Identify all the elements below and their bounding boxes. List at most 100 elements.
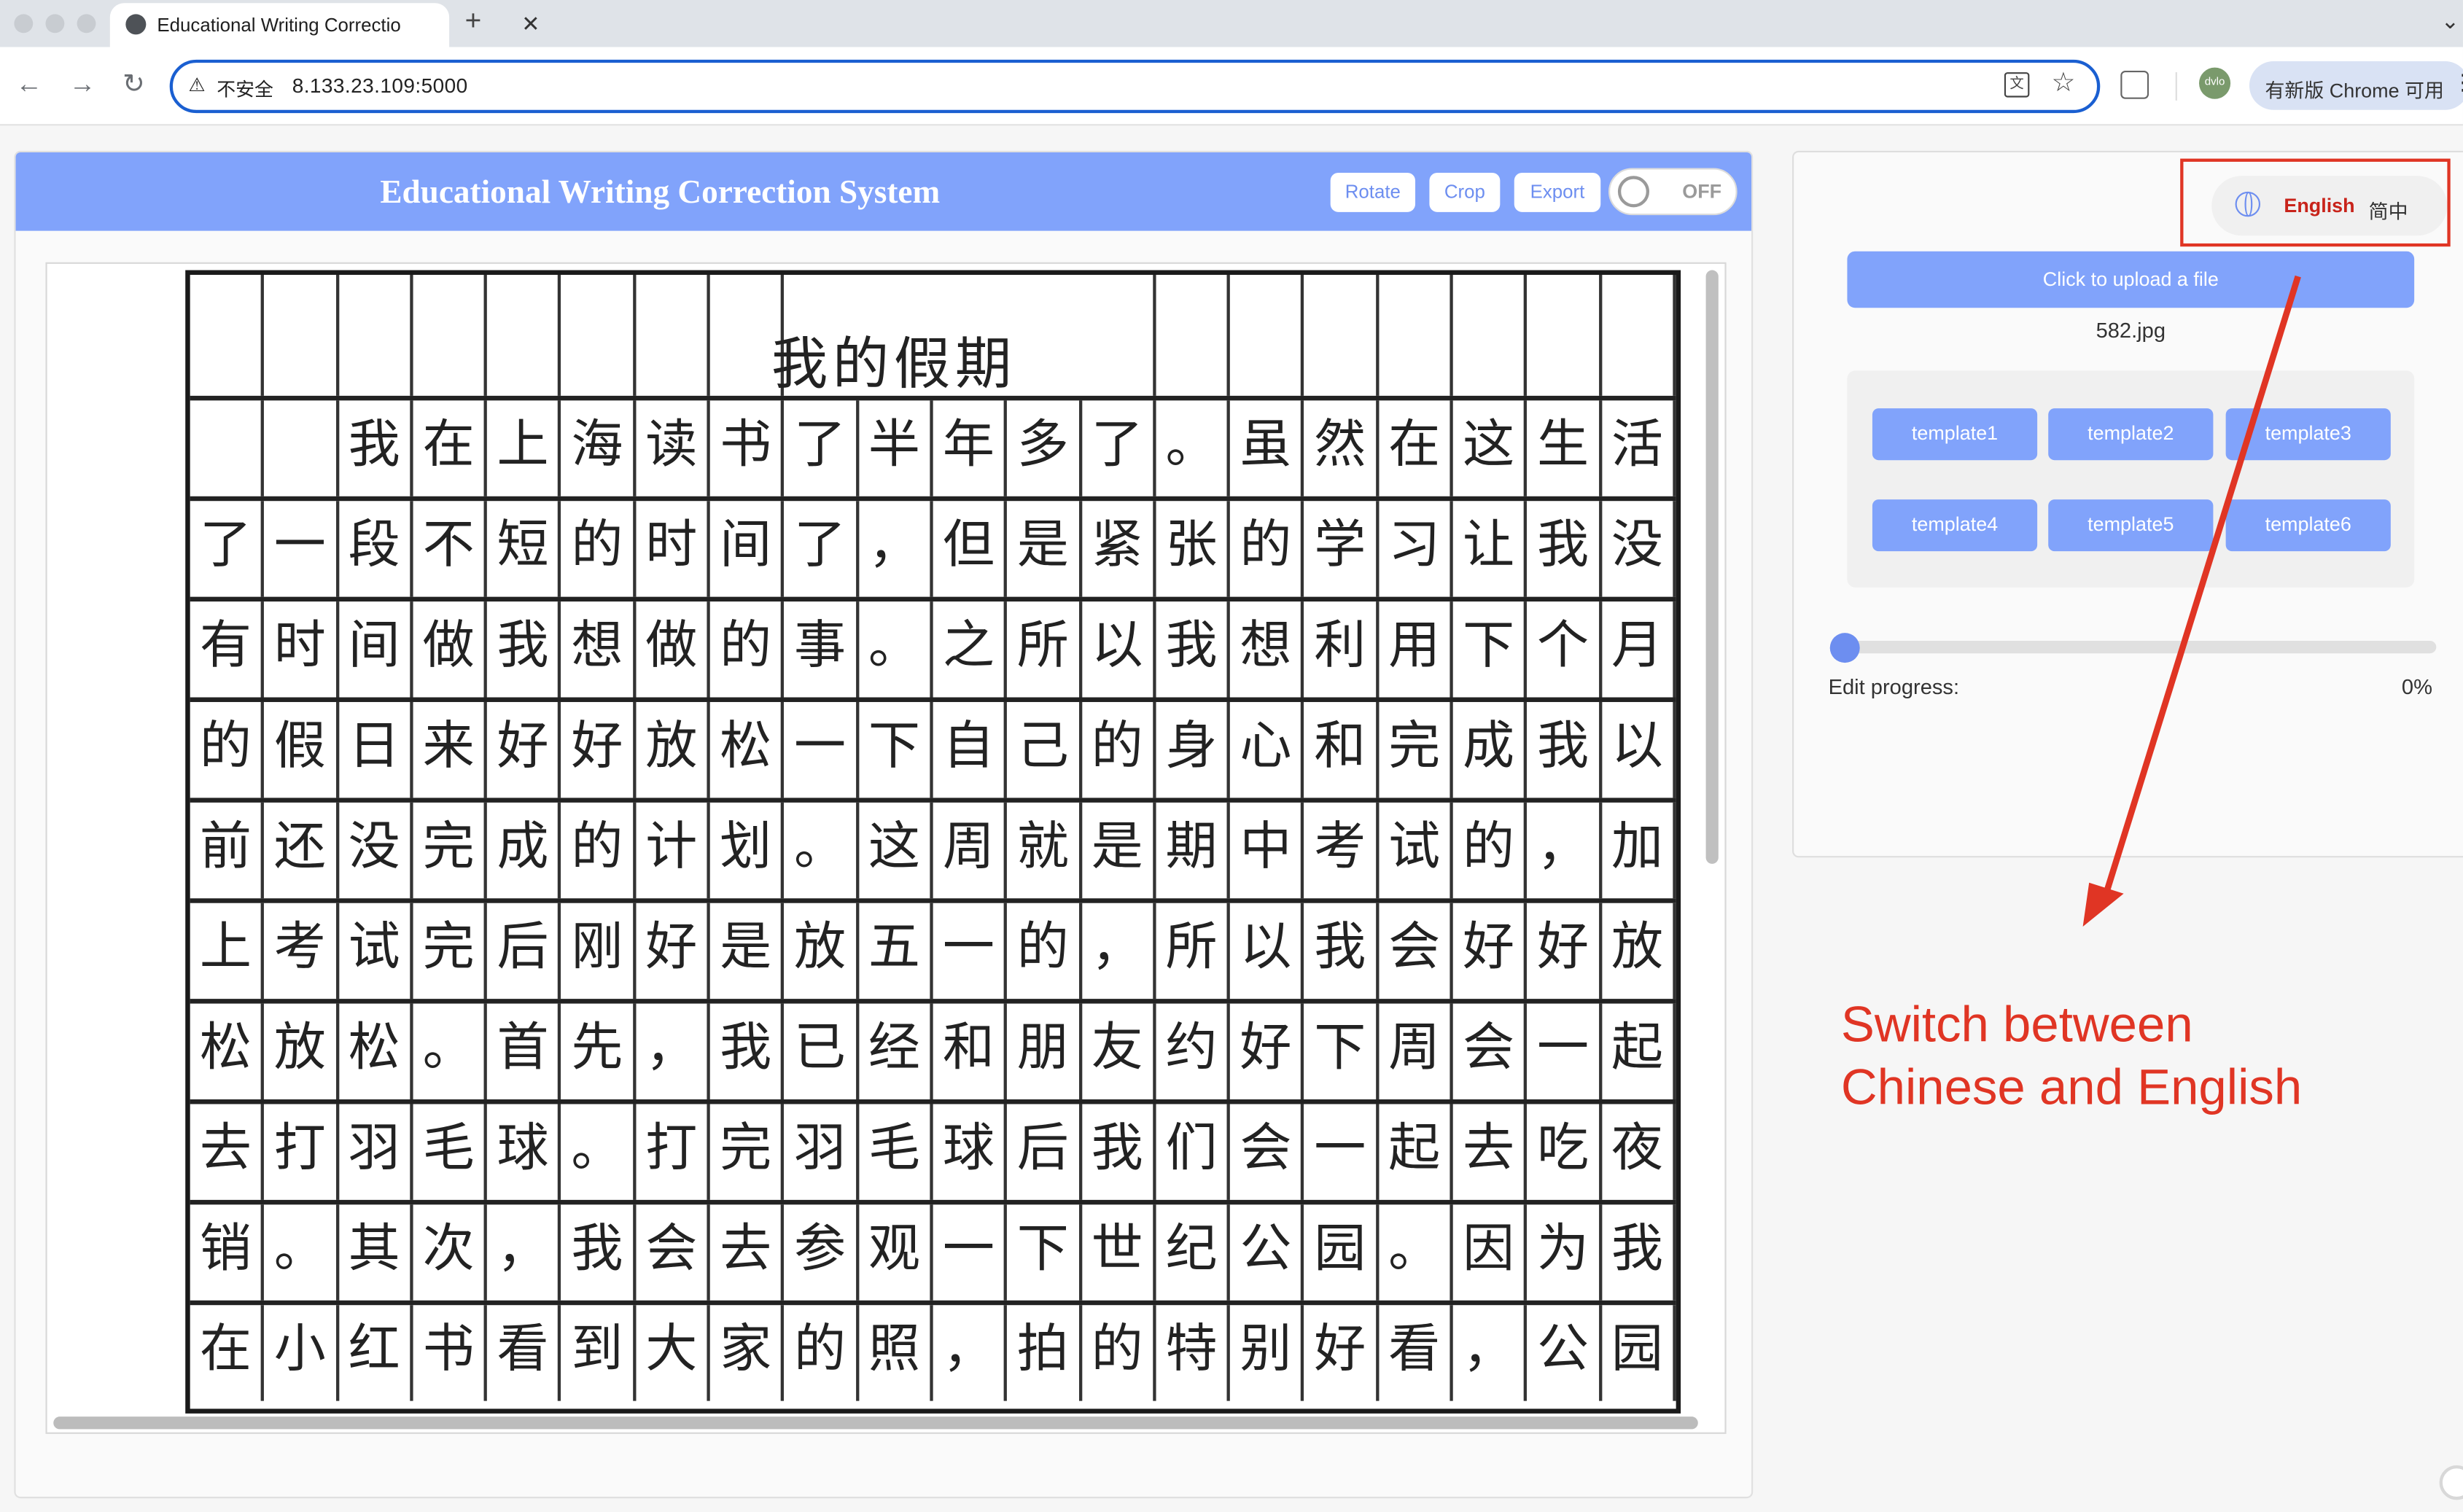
essay-grid-cell: 没 <box>1602 501 1676 597</box>
uploaded-filename: 582.jpg <box>2096 319 2166 343</box>
url-text[interactable]: 8.133.23.109:5000 <box>292 74 468 97</box>
chrome-update-button[interactable]: 有新版 Chrome 可用 <box>2249 61 2463 110</box>
essay-grid-cell: 利 <box>1304 601 1379 698</box>
essay-text-row: 有时间做我想做的事。之所以我想利用下个月 <box>190 601 1676 698</box>
browser-tab[interactable]: Educational Writing Correctio ✕ <box>109 3 540 47</box>
essay-grid-cell: 完 <box>413 802 488 899</box>
essay-grid-cell: ， <box>1453 1305 1528 1401</box>
essay-grid-cell: 习 <box>1379 501 1453 597</box>
crop-button[interactable]: Crop <box>1429 172 1501 212</box>
translate-icon[interactable]: 文 <box>2004 72 2030 98</box>
warning-icon: ⚠ <box>188 74 206 96</box>
address-bar[interactable]: ⚠ 不安全 8.133.23.109:5000 文 ☆ <box>169 59 2101 114</box>
essay-text-row: 松放松。首先，我已经和朋友约好下周会一起 <box>190 1003 1676 1100</box>
essay-grid-cell: 想 <box>561 601 637 698</box>
template-button-5[interactable]: template5 <box>2048 499 2214 552</box>
tab-strip: Educational Writing Correctio ✕ + ⌄ <box>0 0 2463 47</box>
edit-progress-handle[interactable] <box>1829 633 1860 663</box>
essay-grid-cell: 这 <box>1453 400 1528 496</box>
app-title: Educational Writing Correction System <box>380 172 941 211</box>
essay-grid-cell: 一 <box>933 903 1008 999</box>
essay-grid-cell: 己 <box>1007 701 1082 798</box>
essay-grid-cell: 好 <box>1453 903 1528 999</box>
site-globe-icon <box>125 14 147 35</box>
horizontal-scrollbar[interactable] <box>53 1416 1698 1430</box>
essay-grid-cell: 虽 <box>1230 400 1305 496</box>
essay-grid-cell <box>1602 275 1676 396</box>
browser-menu-icon[interactable]: ⋮ <box>2452 69 2463 96</box>
essay-grid-cell: 一 <box>785 701 859 798</box>
essay-grid-cell: 的 <box>1081 701 1156 798</box>
essay-grid-cell: 是 <box>1007 501 1082 597</box>
essay-grid-cell: 公 <box>1528 1305 1602 1401</box>
essay-grid-cell: 多 <box>1007 400 1082 496</box>
extensions-icon[interactable] <box>2120 70 2149 99</box>
essay-image-viewport[interactable]: 我的假期 我在上海读书了半年多了。虽然在这生活了一段不短的时间了，但是紧张的学习… <box>45 262 1727 1434</box>
essay-grid-cell: 在 <box>413 400 488 496</box>
essay-grid-cell: 我 <box>338 400 413 496</box>
essay-grid-cell: 一 <box>933 1204 1008 1301</box>
essay-grid-cell: 间 <box>710 501 785 597</box>
correction-toggle[interactable]: OFF <box>1608 168 1738 216</box>
tab-search-icon[interactable]: ⌄ <box>2441 8 2463 39</box>
assistant-badge-icon[interactable] <box>2439 1465 2463 1500</box>
essay-grid-cell: 的 <box>710 601 785 698</box>
essay-grid-cell: 计 <box>636 802 710 899</box>
edit-progress-track[interactable] <box>1834 640 2437 654</box>
template-button-6[interactable]: template6 <box>2225 499 2391 552</box>
template-button-1[interactable]: template1 <box>1872 408 2038 461</box>
essay-grid-cell: 我 <box>1602 1204 1676 1301</box>
essay-text-row: 前还没完成的计划。这周就是期中考试的，加 <box>190 802 1676 899</box>
essay-grid-cell: 去 <box>710 1204 785 1301</box>
essay-grid-cell: 没 <box>338 802 413 899</box>
template-button-2[interactable]: template2 <box>2048 408 2214 461</box>
essay-grid-cell: 年 <box>933 400 1008 496</box>
window-close-dot[interactable] <box>14 14 34 34</box>
essay-grid-cell: 有 <box>190 601 265 698</box>
essay-grid-cell: 还 <box>265 802 339 899</box>
vertical-scrollbar[interactable] <box>1705 270 1719 864</box>
essay-grid-cell: 做 <box>636 601 710 698</box>
annotation-line-1: Switch between <box>1840 995 2193 1053</box>
essay-grid-cell: 毛 <box>413 1104 488 1200</box>
back-icon[interactable]: ← <box>16 69 43 101</box>
essay-grid-cell: 我 <box>1081 1104 1156 1200</box>
template-button-4[interactable]: template4 <box>1872 499 2038 552</box>
essay-grid-cell <box>1304 275 1379 396</box>
browser-toolbar: ← → ↻ ⚠ 不安全 8.133.23.109:5000 文 ☆ dvlo 有… <box>0 47 2463 126</box>
new-tab-icon[interactable]: + <box>465 4 482 37</box>
edit-progress-label: Edit progress: <box>1828 675 1960 699</box>
essay-grid-cell: 松 <box>190 1003 265 1100</box>
essay-grid-cell: 刚 <box>561 903 637 999</box>
window-minimize-dot[interactable] <box>45 14 65 34</box>
template-group: template1 template2 template3 template4 … <box>1847 370 2415 588</box>
bookmark-star-icon[interactable]: ☆ <box>2052 68 2076 99</box>
essay-grid-cell: 纪 <box>1156 1204 1231 1301</box>
tab-close-icon[interactable]: ✕ <box>521 11 540 38</box>
essay-grid-cell: 间 <box>338 601 413 698</box>
reload-icon[interactable]: ↻ <box>122 69 145 101</box>
rotate-button[interactable]: Rotate <box>1330 172 1416 212</box>
forward-icon[interactable]: → <box>69 69 96 101</box>
essay-grid-cell: 大 <box>636 1305 710 1401</box>
essay-grid-cell: 我 <box>710 1003 785 1100</box>
essay-grid-cell: 的 <box>1453 802 1528 899</box>
essay-grid-cell: 想 <box>1230 601 1305 698</box>
essay-grid-cell: 好 <box>1230 1003 1305 1100</box>
essay-grid-cell: 所 <box>1156 903 1231 999</box>
essay-grid-cell: 让 <box>1453 501 1528 597</box>
essay-grid-cell: 看 <box>1379 1305 1453 1401</box>
essay-grid-cell: 然 <box>1304 400 1379 496</box>
essay-grid-cell: 松 <box>338 1003 413 1100</box>
essay-grid-cell: 和 <box>1304 701 1379 798</box>
essay-grid-cell: 们 <box>1156 1104 1231 1200</box>
essay-grid-cell: 心 <box>1230 701 1305 798</box>
upload-file-button[interactable]: Click to upload a file <box>1847 251 2415 308</box>
essay-grid-cell: 好 <box>1304 1305 1379 1401</box>
essay-grid-cell: 参 <box>785 1204 859 1301</box>
template-button-3[interactable]: template3 <box>2225 408 2391 461</box>
export-button[interactable]: Export <box>1514 172 1601 212</box>
editor-panel: Educational Writing Correction System Ro… <box>14 150 1754 1499</box>
profile-avatar[interactable]: dvlo <box>2199 67 2231 99</box>
window-zoom-dot[interactable] <box>77 14 96 34</box>
